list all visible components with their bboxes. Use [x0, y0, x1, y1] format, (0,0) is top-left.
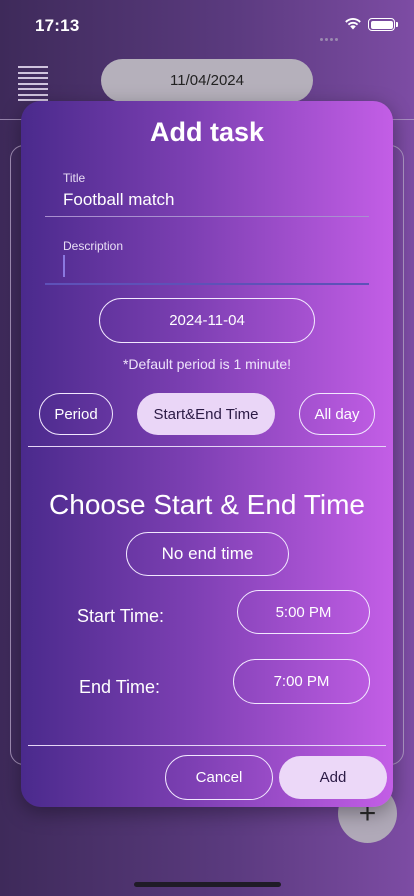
start-time-label: Start Time:	[77, 606, 165, 626]
mode-all-day-button[interactable]: All day	[299, 393, 375, 435]
add-task-modal: Add task Title Football match Descriptio…	[21, 101, 393, 807]
end-time-button[interactable]: 7:00 PM	[233, 659, 370, 704]
cancel-button[interactable]: Cancel	[165, 755, 273, 800]
mode-divider	[28, 446, 386, 447]
date-selector[interactable]: 11/04/2024	[101, 59, 313, 102]
mode-start-end-time-button[interactable]: Start&End Time	[137, 393, 275, 435]
footer-divider	[28, 745, 386, 746]
title-input[interactable]: Football match	[63, 190, 175, 210]
battery-icon	[368, 18, 398, 31]
modal-title: Add task	[149, 117, 265, 147]
date-picker-button[interactable]: 2024-11-04	[99, 298, 315, 343]
section-title: Choose Start & End Time	[49, 489, 365, 520]
menu-icon[interactable]	[18, 66, 48, 101]
start-time-button[interactable]: 5:00 PM	[237, 590, 370, 634]
end-time-label: End Time:	[79, 677, 161, 697]
mode-period-button[interactable]: Period	[39, 393, 113, 435]
text-caret	[63, 255, 65, 277]
default-period-note: *Default period is 1 minute!	[122, 356, 292, 372]
status-bar: 17:13	[0, 0, 414, 50]
cellular-signal-icon	[320, 28, 340, 41]
title-field-label: Title	[63, 171, 86, 185]
title-field-underline	[45, 216, 369, 217]
description-input[interactable]	[45, 247, 369, 285]
home-indicator	[134, 882, 281, 887]
add-button[interactable]: Add	[279, 756, 387, 799]
wifi-icon	[345, 18, 361, 30]
no-end-time-button[interactable]: No end time	[126, 532, 289, 576]
status-time: 17:13	[35, 16, 80, 35]
